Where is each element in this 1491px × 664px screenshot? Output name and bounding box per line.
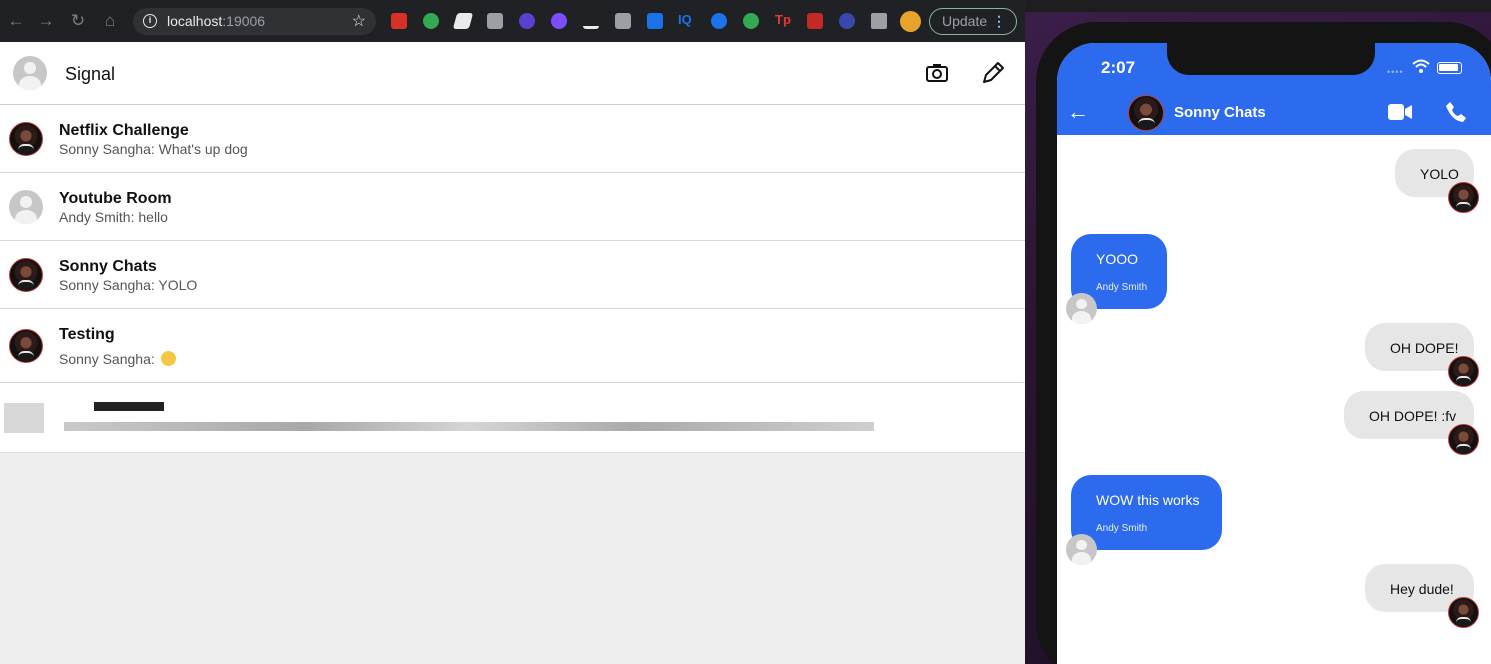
url-port: :19006 <box>222 13 266 29</box>
extension-purple-star-icon[interactable] <box>519 13 535 29</box>
chat-preview-text: Sonny Sangha: <box>59 351 159 367</box>
battery-icon <box>1437 62 1462 74</box>
extension-white-icon[interactable] <box>452 13 474 29</box>
message-text: Hey dude! <box>1390 581 1454 597</box>
chat-name: Youtube Room <box>59 190 172 207</box>
extension-purple-circle-icon[interactable] <box>551 13 567 29</box>
home-icon[interactable]: ⌂ <box>100 11 120 31</box>
forward-icon[interactable]: → <box>36 11 56 31</box>
extension-blue-b-icon[interactable] <box>647 13 663 29</box>
extension-code-icon[interactable] <box>615 13 631 29</box>
extension-green-icon[interactable] <box>423 13 439 29</box>
chat-name: Sonny Chats <box>59 258 157 275</box>
phone-screen: 2:07 •••• ← Sonny Chats YOLO YOOO Andy S… <box>1057 43 1491 664</box>
message-avatar <box>1448 424 1479 455</box>
message-avatar <box>1066 534 1097 565</box>
chat-preview: Sonny Sangha: YOLO <box>59 277 198 293</box>
extension-green-circle-icon[interactable] <box>743 13 759 29</box>
chat-list-item[interactable]: Youtube Room Andy Smith: hello <box>0 173 1025 241</box>
extension-h-icon[interactable] <box>487 13 503 29</box>
chat-preview: Sonny Sangha: <box>59 351 176 367</box>
app-title: Signal <box>65 64 116 84</box>
extension-iq-icon[interactable]: IQ <box>678 12 692 27</box>
site-info-icon[interactable]: i <box>143 14 157 28</box>
message-sender: Andy Smith <box>1096 282 1148 293</box>
bookmark-star-icon[interactable]: ☆ <box>352 11 366 31</box>
update-label: Update <box>942 13 988 29</box>
wifi-icon <box>1412 59 1430 73</box>
status-time: 2:07 <box>1101 58 1136 77</box>
chat-title: Sonny Chats <box>1174 104 1266 121</box>
chat-list-item[interactable]: Sonny Chats Sonny Sangha: YOLO <box>0 241 1025 309</box>
phone-call-icon[interactable] <box>1445 101 1467 123</box>
message-text: WOW this works <box>1096 492 1200 508</box>
chat-avatar <box>9 190 43 224</box>
reload-icon[interactable]: ↻ <box>68 11 88 31</box>
chat-name: Testing <box>59 326 115 343</box>
window-edge <box>1025 0 1491 12</box>
chat-header-avatar <box>1128 95 1164 131</box>
message-text: YOLO <box>1420 166 1459 182</box>
app-header: Signal <box>0 42 1025 105</box>
message-avatar <box>1448 597 1479 628</box>
chat-preview: Andy Smith: hello <box>59 209 168 225</box>
video-call-icon[interactable] <box>1387 103 1413 121</box>
message-text: OH DOPE! :fv <box>1369 408 1457 424</box>
profile-avatar[interactable] <box>900 11 921 32</box>
extension-pen-icon[interactable] <box>583 13 599 29</box>
browser-toolbar: ← → ↻ ⌂ i localhost:19006 ☆ IQ Tp Update… <box>0 0 1025 42</box>
puzzle-icon[interactable] <box>871 13 887 29</box>
extension-red-icon[interactable] <box>391 13 407 29</box>
message-text: OH DOPE! <box>1390 340 1459 356</box>
url-host: localhost <box>167 13 223 29</box>
browser-window: ← → ↻ ⌂ i localhost:19006 ☆ IQ Tp Update… <box>0 0 1025 664</box>
menu-dots-icon[interactable]: ⋮ <box>992 9 1006 34</box>
back-arrow-icon[interactable]: ← <box>1067 101 1089 123</box>
chat-avatar <box>9 258 43 292</box>
chat-avatar <box>9 329 43 363</box>
back-icon[interactable]: ← <box>6 11 26 31</box>
pencil-icon[interactable] <box>980 60 1006 86</box>
message-list: YOLO YOOO Andy Smith OH DOPE! OH DOPE! :… <box>1057 135 1491 664</box>
extension-blue-dot-icon[interactable] <box>839 13 855 29</box>
chat-list-item[interactable]: Testing Sonny Sangha: <box>0 309 1025 383</box>
extension-wave-icon[interactable] <box>711 13 727 29</box>
chat-name: Netflix Challenge <box>59 122 189 139</box>
address-bar[interactable]: i localhost:19006 ☆ <box>133 8 376 35</box>
chat-list-item[interactable]: Netflix Challenge Sonny Sangha: What's u… <box>0 105 1025 173</box>
message-sender: Andy Smith <box>1096 523 1148 534</box>
extension-chart-icon[interactable] <box>807 13 823 29</box>
signal-icon: •••• <box>1387 67 1404 77</box>
pixelated-preview <box>64 422 874 431</box>
camera-icon[interactable] <box>924 60 950 86</box>
pixelated-avatar <box>4 403 44 433</box>
user-avatar[interactable] <box>13 56 47 90</box>
pixelated-chat-item[interactable] <box>0 383 1025 453</box>
extension-tp-icon[interactable]: Tp <box>775 12 791 27</box>
message-bubble-received[interactable]: WOW this works Andy Smith <box>1071 475 1222 550</box>
message-text: YOOO <box>1096 251 1139 267</box>
url-text: localhost:19006 <box>167 13 265 29</box>
chat-list: Netflix Challenge Sonny Sangha: What's u… <box>0 105 1025 453</box>
phone-notch <box>1167 43 1375 75</box>
message-avatar <box>1448 356 1479 387</box>
message-avatar <box>1448 182 1479 213</box>
pixelated-name <box>94 402 164 411</box>
update-button[interactable]: Update ⋮ <box>929 8 1017 35</box>
message-avatar <box>1066 293 1097 324</box>
sleepy-face-icon <box>160 351 176 366</box>
chat-preview: Sonny Sangha: What's up dog <box>59 141 248 157</box>
chat-header: 2:07 •••• ← Sonny Chats <box>1057 43 1491 135</box>
chat-avatar <box>9 122 43 156</box>
